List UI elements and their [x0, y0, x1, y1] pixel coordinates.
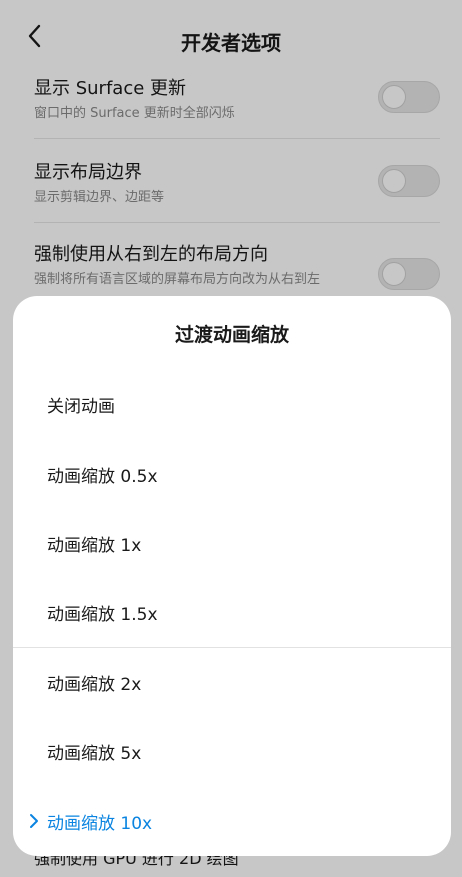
- chevron-right-icon: [30, 814, 38, 828]
- option-label: 动画缩放 2x: [47, 675, 142, 695]
- option-scale-0-5x[interactable]: 动画缩放 0.5x: [13, 446, 451, 502]
- dialog-title: 过渡动画缩放: [174, 324, 289, 346]
- option-label: 动画缩放 1.5x: [47, 605, 158, 625]
- option-label: 关闭动画: [47, 397, 115, 417]
- transition-animation-scale-dialog: 过渡动画缩放 关闭动画 动画缩放 0.5x 动画缩放 1x 动画缩放 1.5x …: [13, 296, 451, 856]
- option-label: 动画缩放 5x: [47, 744, 142, 764]
- option-label: 动画缩放 1x: [47, 536, 142, 556]
- option-scale-2x[interactable]: 动画缩放 2x: [13, 654, 451, 710]
- option-scale-1-5x[interactable]: 动画缩放 1.5x: [13, 584, 451, 640]
- option-scale-1x[interactable]: 动画缩放 1x: [13, 515, 451, 571]
- option-label: 动画缩放 0.5x: [47, 467, 158, 487]
- option-scale-5x[interactable]: 动画缩放 5x: [13, 723, 451, 779]
- divider: [13, 647, 451, 648]
- option-animation-off[interactable]: 关闭动画: [13, 376, 451, 432]
- option-scale-10x[interactable]: 动画缩放 10x: [13, 793, 451, 849]
- option-label: 动画缩放 10x: [47, 814, 153, 834]
- developer-options-screen: 开发者选项 显示 Surface 更新 窗口中的 Surface 更新时全部闪烁…: [0, 0, 462, 877]
